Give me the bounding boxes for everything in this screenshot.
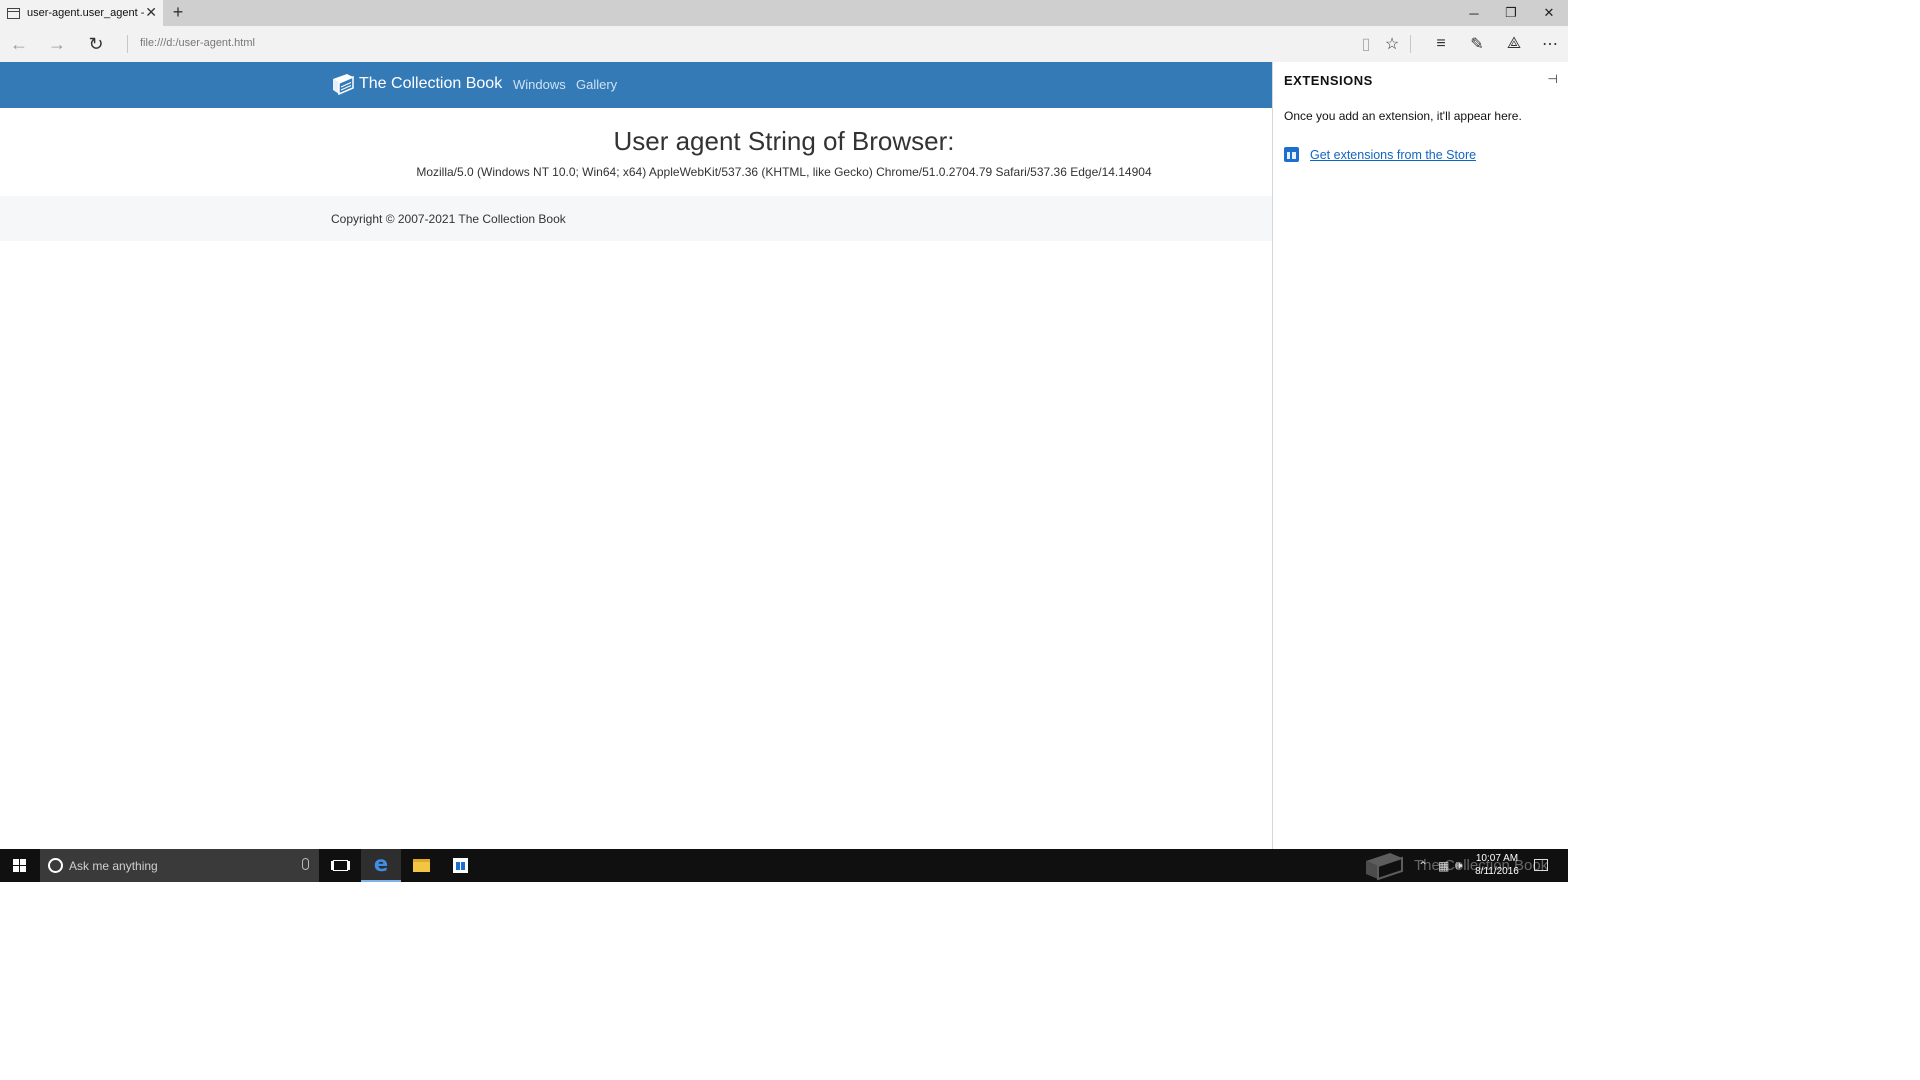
start-button[interactable] (0, 849, 38, 882)
pin-icon[interactable]: ⊣ (1548, 72, 1558, 86)
tab-title: user-agent.user_agent - (27, 7, 145, 19)
address-field[interactable]: file:///d:/user-agent.html (140, 37, 255, 49)
volume-icon[interactable]: 🕪 (1455, 849, 1463, 882)
book-logo-icon (333, 74, 354, 95)
title-bar: user-agent.user_agent - ✕ + ─ ❐ ✕ (0, 0, 1568, 26)
cortana-search-box[interactable]: Ask me anything (40, 849, 319, 882)
action-center-icon[interactable] (1534, 859, 1548, 871)
refresh-button[interactable]: ↻ (85, 34, 107, 54)
search-placeholder: Ask me anything (69, 858, 158, 873)
show-hidden-icons[interactable]: ⌃ (1418, 849, 1428, 882)
microphone-icon[interactable] (302, 858, 309, 870)
close-window-button[interactable]: ✕ (1530, 0, 1568, 26)
restore-button[interactable]: ❐ (1492, 0, 1530, 26)
copyright-text: Copyright © 2007-2021 The Collection Boo… (331, 212, 566, 226)
edge-icon: e (373, 852, 389, 876)
site-brand[interactable]: The Collection Book (330, 73, 502, 95)
minimize-button[interactable]: ─ (1455, 0, 1493, 26)
page-icon (7, 7, 20, 19)
store-taskbar-button[interactable] (440, 849, 480, 882)
address-separator (127, 35, 128, 53)
nav-link-windows[interactable]: Windows (513, 77, 566, 92)
hub-icon[interactable]: ≡ (1429, 33, 1453, 55)
clock-time: 10:07 AM (1475, 853, 1519, 864)
file-explorer-icon (412, 859, 430, 872)
brand-name: The Collection Book (359, 75, 503, 92)
reading-view-icon[interactable]: ▯ (1354, 33, 1378, 55)
taskbar: Ask me anything e The Collection Book ⌃ … (0, 849, 1568, 882)
forward-button[interactable]: → (46, 34, 68, 54)
store-app-icon (452, 858, 468, 873)
web-note-icon[interactable]: ✎ (1465, 33, 1489, 55)
new-tab-button[interactable]: + (169, 3, 187, 21)
extensions-title: EXTENSIONS (1284, 73, 1373, 88)
network-icon[interactable]: ▦ (1438, 849, 1449, 882)
task-view-icon (332, 860, 348, 871)
get-extensions-link[interactable]: Get extensions from the Store (1310, 148, 1476, 162)
favorite-star-icon[interactable]: ☆ (1380, 33, 1404, 55)
extensions-empty-message: Once you add an extension, it'll appear … (1284, 109, 1522, 123)
system-clock[interactable]: 10:07 AM 8/11/2016 (1466, 852, 1528, 878)
clock-date: 8/11/2016 (1475, 866, 1519, 877)
windows-logo-icon (12, 859, 26, 872)
nav-link-gallery[interactable]: Gallery (576, 77, 617, 92)
close-tab-icon[interactable]: ✕ (145, 5, 157, 19)
address-bar-row: ← → ↻ file:///d:/user-agent.html ▯ ☆ ≡ ✎… (0, 26, 1568, 62)
cortana-icon (48, 858, 63, 873)
task-view-button[interactable] (320, 849, 360, 882)
site-footer: Copyright © 2007-2021 The Collection Boo… (0, 196, 1272, 241)
edge-taskbar-button[interactable]: e (361, 849, 401, 882)
extensions-pane: EXTENSIONS ⊣ Once you add an extension, … (1272, 62, 1568, 849)
watermark-book-icon (1366, 852, 1403, 880)
share-icon[interactable]: ⟁ (1502, 33, 1526, 55)
more-menu-icon[interactable]: ⋯ (1538, 33, 1562, 55)
back-button[interactable]: ← (8, 34, 30, 54)
web-page: The Collection Book Windows Gallery User… (0, 62, 1272, 849)
browser-tab[interactable]: user-agent.user_agent - ✕ (0, 0, 163, 26)
store-icon (1284, 147, 1299, 162)
site-navbar: The Collection Book Windows Gallery (0, 62, 1272, 108)
toolbar-separator (1410, 35, 1411, 53)
store-link-row[interactable]: Get extensions from the Store (1284, 147, 1476, 162)
file-explorer-taskbar-button[interactable] (401, 849, 441, 882)
